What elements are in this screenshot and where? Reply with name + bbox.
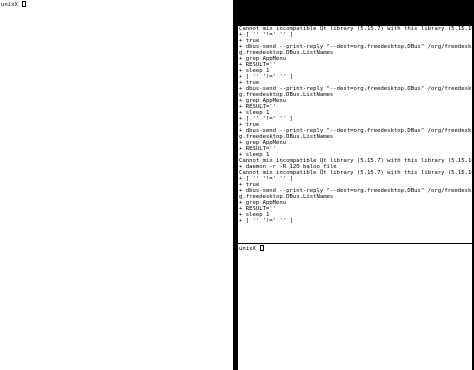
prompt-text: unixX bbox=[1, 2, 22, 8]
right-bottom-terminal-window[interactable]: unixX bbox=[238, 243, 472, 370]
terminal-prompt-line: unixX bbox=[238, 244, 472, 252]
terminal-prompt-line: unixX bbox=[0, 0, 233, 8]
prompt-text: unixX bbox=[239, 246, 260, 252]
right-terminal-output-window[interactable]: Cannot mix incompatible Qt library (5.15… bbox=[238, 26, 472, 243]
terminal-output-line: + [ '' '!=' '' ] bbox=[239, 218, 293, 224]
left-terminal-window[interactable]: unixX bbox=[0, 0, 233, 370]
terminal-output: Cannot mix incompatible Qt library (5.15… bbox=[238, 26, 472, 224]
text-cursor bbox=[260, 245, 265, 251]
desktop-background-strip bbox=[233, 0, 474, 26]
text-cursor bbox=[22, 1, 27, 7]
